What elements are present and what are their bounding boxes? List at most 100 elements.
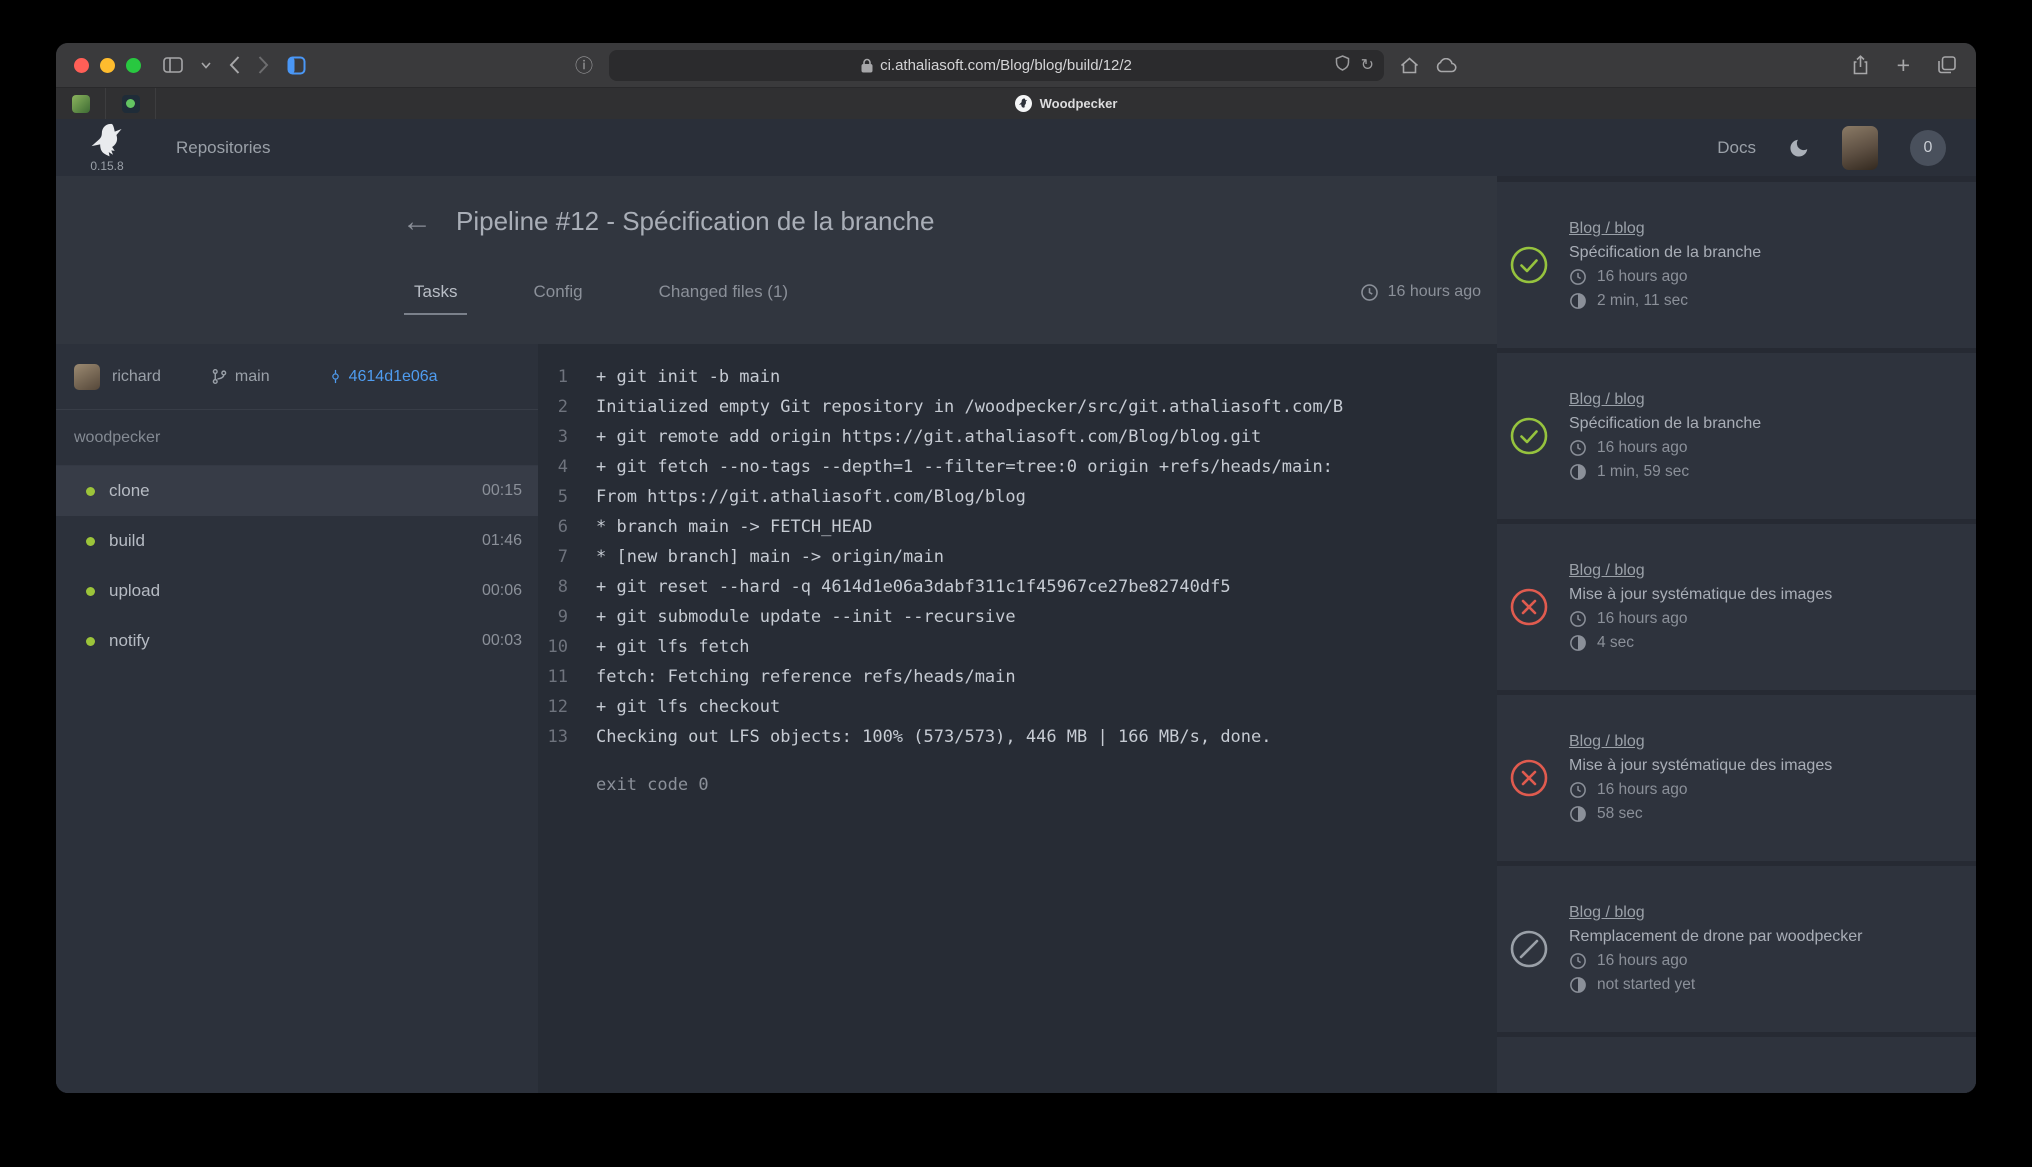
clock-icon bbox=[1569, 781, 1587, 799]
exit-code: exit code 0 bbox=[538, 770, 1497, 800]
browser-window: ⓘ ci.athaliasoft.com/Blog/blog/build/12/… bbox=[56, 43, 1976, 1093]
step-row-upload[interactable]: upload 00:06 bbox=[56, 566, 538, 616]
line-number: 11 bbox=[538, 662, 568, 692]
step-name: build bbox=[109, 531, 145, 551]
address-bar[interactable]: ci.athaliasoft.com/Blog/blog/build/12/2 … bbox=[609, 50, 1384, 81]
step-status-dot bbox=[86, 537, 95, 546]
tab-tasks[interactable]: Tasks bbox=[414, 282, 457, 302]
build-list-item[interactable]: Blog / blog bbox=[1497, 1037, 1976, 1093]
pinned-tab-2[interactable] bbox=[106, 88, 156, 119]
woodpecker-logo[interactable]: 0.15.8 bbox=[86, 123, 128, 172]
line-text: From https://git.athaliasoft.com/Blog/bl… bbox=[568, 482, 1026, 512]
build-time-ago: 16 hours ago bbox=[1597, 268, 1688, 286]
pinned-tab-1[interactable] bbox=[56, 88, 106, 119]
status-skipped-icon bbox=[1509, 929, 1549, 969]
build-time-ago: 16 hours ago bbox=[1597, 439, 1688, 457]
extensions-icon[interactable] bbox=[1335, 55, 1350, 75]
step-row-clone[interactable]: clone 00:15 bbox=[56, 466, 538, 516]
build-repo-link[interactable]: Blog / blog bbox=[1569, 562, 1832, 580]
build-list-item[interactable]: Blog / blog Mise à jour systématique des… bbox=[1497, 524, 1976, 690]
new-tab-icon[interactable]: + bbox=[1897, 52, 1910, 79]
tab-strip: Woodpecker bbox=[56, 87, 1976, 119]
step-name: clone bbox=[109, 481, 150, 501]
step-name: notify bbox=[109, 631, 150, 651]
browser-toolbar: ⓘ ci.athaliasoft.com/Blog/blog/build/12/… bbox=[56, 43, 1976, 87]
user-badge[interactable]: 0 bbox=[1910, 130, 1946, 166]
console-line: 9+ git submodule update --init --recursi… bbox=[538, 602, 1497, 632]
line-number: 7 bbox=[538, 542, 568, 572]
pinned-tab-1-favicon bbox=[72, 95, 90, 113]
line-text: + git lfs checkout bbox=[568, 692, 780, 722]
build-repo-link[interactable]: Blog / blog bbox=[1569, 220, 1761, 238]
line-text: + git submodule update --init --recursiv… bbox=[568, 602, 1016, 632]
console-line: 5From https://git.athaliasoft.com/Blog/b… bbox=[538, 482, 1497, 512]
status-success-icon bbox=[1509, 245, 1549, 285]
zoom-window-button[interactable] bbox=[126, 58, 141, 73]
minimize-window-button[interactable] bbox=[100, 58, 115, 73]
close-window-button[interactable] bbox=[74, 58, 89, 73]
pinned-tab-2-favicon bbox=[122, 95, 140, 113]
share-icon[interactable] bbox=[1852, 55, 1869, 75]
forward-button[interactable] bbox=[258, 56, 269, 74]
clock-icon bbox=[1569, 952, 1587, 970]
app-body: ← Pipeline #12 - Spécification de la bra… bbox=[56, 176, 1976, 1093]
console-line: 7* [new branch] main -> origin/main bbox=[538, 542, 1497, 572]
home-icon[interactable] bbox=[1400, 57, 1419, 74]
step-row-build[interactable]: build 01:46 bbox=[56, 516, 538, 566]
clock-icon bbox=[1569, 610, 1587, 628]
pipeline-header: ← Pipeline #12 - Spécification de la bra… bbox=[56, 176, 1497, 344]
url-text: ci.athaliasoft.com/Blog/blog/build/12/2 bbox=[880, 57, 1132, 74]
console-line: 8+ git reset --hard -q 4614d1e06a3dabf31… bbox=[538, 572, 1497, 602]
build-list-item[interactable]: Blog / blog Spécification de la branche … bbox=[1497, 353, 1976, 519]
branch-name[interactable]: main bbox=[235, 368, 270, 386]
line-number: 10 bbox=[538, 632, 568, 662]
console-line: 1+ git init -b main bbox=[538, 362, 1497, 392]
line-text: fetch: Fetching reference refs/heads/mai… bbox=[568, 662, 1016, 692]
line-text: Checking out LFS objects: 100% (573/573)… bbox=[568, 722, 1272, 752]
clock-icon bbox=[1569, 268, 1587, 286]
build-repo-link[interactable]: Blog / blog bbox=[1569, 733, 1832, 751]
build-repo-link[interactable]: Blog / blog bbox=[1569, 391, 1761, 409]
nav-repositories-link[interactable]: Repositories bbox=[176, 138, 271, 158]
build-time-ago: 16 hours ago bbox=[1597, 781, 1688, 799]
dark-mode-toggle-icon[interactable] bbox=[1788, 137, 1810, 159]
duration-icon bbox=[1569, 805, 1587, 823]
line-text: * branch main -> FETCH_HEAD bbox=[568, 512, 872, 542]
chevron-down-icon[interactable] bbox=[201, 62, 211, 69]
sidebar-toggle-icon[interactable] bbox=[163, 57, 183, 73]
tab-config[interactable]: Config bbox=[533, 282, 582, 302]
active-tab[interactable]: Woodpecker bbox=[156, 88, 1976, 119]
console-line: 2Initialized empty Git repository in /wo… bbox=[538, 392, 1497, 422]
build-list-item[interactable]: Blog / blog Mise à jour systématique des… bbox=[1497, 695, 1976, 861]
commit-meta-row: richard main 4614d1e06a bbox=[56, 344, 538, 410]
app-header: 0.15.8 Repositories Docs 0 bbox=[56, 119, 1976, 176]
console-line: 4+ git fetch --no-tags --depth=1 --filte… bbox=[538, 452, 1497, 482]
reload-icon[interactable]: ↻ bbox=[1361, 55, 1374, 75]
user-avatar[interactable] bbox=[1842, 126, 1878, 170]
line-text: + git lfs fetch bbox=[568, 632, 750, 662]
console-output[interactable]: 1+ git init -b main 2Initialized empty G… bbox=[538, 344, 1497, 1093]
build-message: Mise à jour systématique des images bbox=[1569, 586, 1832, 604]
workflow-label: woodpecker bbox=[56, 410, 538, 466]
cloud-icon[interactable] bbox=[1435, 58, 1457, 73]
build-list-item[interactable]: Blog / blog Remplacement de drone par wo… bbox=[1497, 866, 1976, 1032]
woodpecker-app: 0.15.8 Repositories Docs 0 ← bbox=[56, 119, 1976, 1093]
build-list-item[interactable]: Blog / blog Spécification de la branche … bbox=[1497, 182, 1976, 348]
step-row-notify[interactable]: notify 00:03 bbox=[56, 616, 538, 666]
build-duration: 2 min, 11 sec bbox=[1597, 292, 1688, 310]
page-info-icon[interactable]: ⓘ bbox=[575, 52, 593, 78]
build-duration: 1 min, 59 sec bbox=[1597, 463, 1689, 481]
steps-panel: richard main 4614d1e06a woodp bbox=[56, 344, 538, 1093]
build-repo-link[interactable]: Blog / blog bbox=[1569, 904, 1863, 922]
pipeline-tabs: Tasks Config Changed files (1) 16 hours … bbox=[414, 272, 1481, 312]
tab-changed-files[interactable]: Changed files (1) bbox=[659, 282, 788, 302]
tab-overview-icon[interactable] bbox=[1938, 56, 1956, 74]
line-text: + git init -b main bbox=[568, 362, 780, 392]
back-arrow-icon[interactable]: ← bbox=[402, 207, 432, 237]
tab-group-icon[interactable] bbox=[287, 56, 306, 75]
back-button[interactable] bbox=[229, 56, 240, 74]
duration-icon bbox=[1569, 634, 1587, 652]
docs-link[interactable]: Docs bbox=[1717, 138, 1756, 158]
build-time-ago: 16 hours ago bbox=[1597, 610, 1688, 628]
commit-hash[interactable]: 4614d1e06a bbox=[349, 368, 438, 386]
